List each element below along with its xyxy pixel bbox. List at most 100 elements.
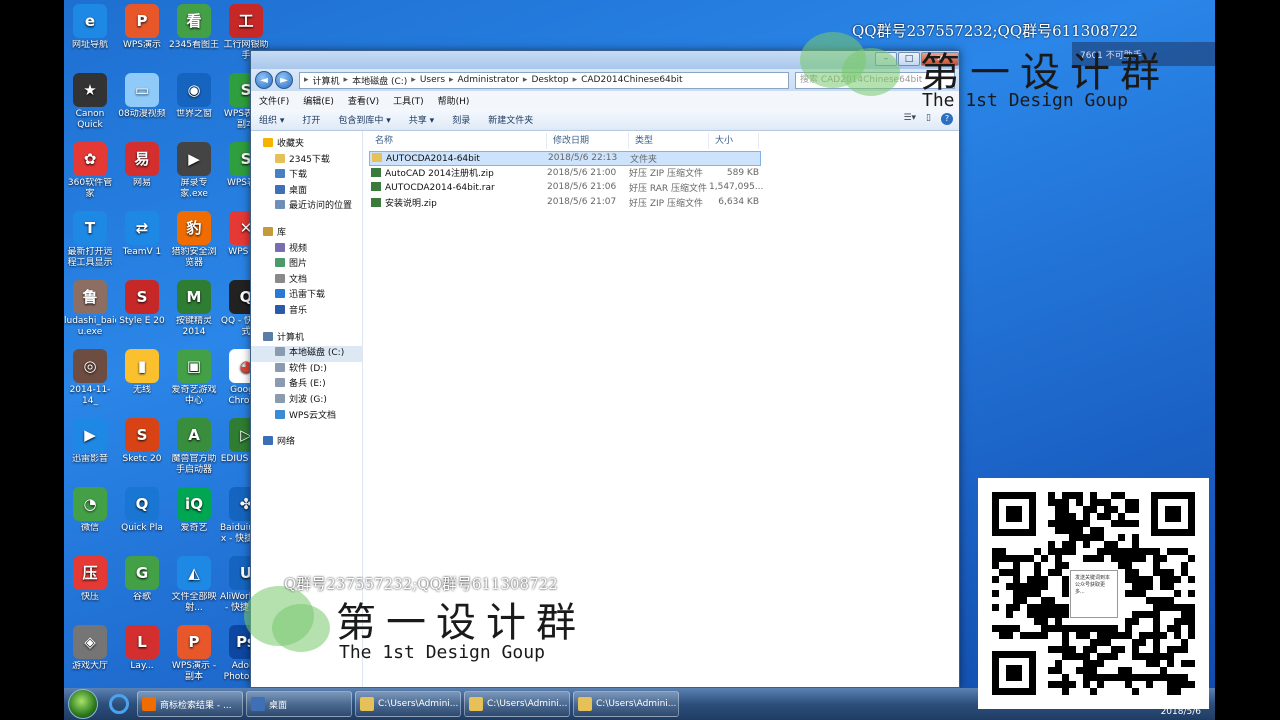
back-button[interactable]: ◄ [255, 71, 273, 89]
menu-item[interactable]: 编辑(E) [303, 94, 334, 107]
watermark-cn-title-bottom: 第一设计群 [336, 600, 586, 646]
breadcrumb-item[interactable]: Desktop [531, 75, 568, 85]
file-row[interactable]: AUTOCDA2014-64bit 2018/5/6 22:13 文件夹 [369, 151, 761, 166]
desktop-icon[interactable]: iQ 爱奇艺 [168, 487, 220, 545]
desktop-icon[interactable]: ▶ 迅雷影音 [64, 418, 116, 476]
nav-item[interactable]: 下载 [251, 168, 362, 184]
desktop-icon[interactable]: 看 2345看图王 [168, 4, 220, 62]
desktop-icon[interactable]: ▶ 屏录专家.exe [168, 142, 220, 200]
toolbar-button[interactable]: 组织 ▾ [259, 113, 284, 126]
desktop-icon[interactable]: ◈ 游戏大厅 [64, 625, 116, 683]
desktop-icon[interactable]: T最新打开远程工具显示ID... [64, 211, 116, 269]
breadcrumb-item[interactable]: 计算机 [313, 74, 340, 87]
desktop-icon[interactable]: 压快压 [64, 556, 116, 614]
taskbar-task[interactable]: C:\Users\Admini... [355, 691, 461, 717]
nav-item[interactable]: WPS云文档 [251, 409, 362, 425]
nav-item-label: 文档 [289, 274, 308, 285]
desktop-icon[interactable]: Q Quick Pla [116, 487, 168, 545]
toolbar-button[interactable]: 共享 ▾ [409, 113, 434, 126]
taskbar-task[interactable]: C:\Users\Admini... [464, 691, 570, 717]
nav-item[interactable]: 文档 [251, 273, 362, 289]
column-header[interactable]: 类型 [629, 133, 709, 149]
file-row[interactable]: AUTOCDA2014-64bit.rar 2018/5/6 21:06 好压 RA… [369, 180, 959, 195]
desktop-icon[interactable]: ▮ 无线 [116, 349, 168, 407]
toolbar-button[interactable]: 包含到库中 ▾ [338, 113, 390, 126]
desktop-icon[interactable]: S Style E 20 [116, 280, 168, 338]
desktop-icon[interactable]: ★ Canon Quick [64, 73, 116, 131]
desktop-icon[interactable]: G 谷歌 [116, 556, 168, 614]
menu-item[interactable]: 文件(F) [259, 94, 289, 107]
desktop-icon[interactable]: ◉ 世界之窗 [168, 73, 220, 131]
desktop-icon[interactable]: ◎2014-11-14_ HDTunePr... [64, 349, 116, 407]
desktop-icon[interactable]: ◔ 微信 [64, 487, 116, 545]
desktop-icon[interactable]: S Sketc 20 [116, 418, 168, 476]
breadcrumb-item[interactable]: Administrator [458, 75, 519, 85]
nav-item[interactable]: 软件 (D:) [251, 362, 362, 378]
start-button[interactable] [68, 689, 98, 719]
desktop-icon[interactable]: M 按键精灵 2014 [168, 280, 220, 338]
breadcrumb-item[interactable]: CAD2014Chinese64bit [581, 75, 682, 85]
nav-item[interactable]: 计算机 [251, 331, 362, 347]
nav-item-label: 刘波 (G:) [289, 394, 327, 405]
column-header[interactable]: 大小 [709, 133, 759, 149]
toolbar-button[interactable]: 新建文件夹 [488, 113, 533, 126]
menu-item[interactable]: 查看(V) [348, 94, 379, 107]
nav-item[interactable]: 视频 [251, 242, 362, 258]
desktop-icon[interactable]: P WPS演示 - 副本 [168, 625, 220, 683]
file-size: 1,547,095... [709, 182, 764, 193]
breadcrumb-item[interactable]: Users [420, 75, 445, 85]
view-options-icon[interactable]: ☰▾ [903, 113, 916, 125]
nav-item[interactable]: 最近访问的位置 [251, 199, 362, 215]
taskbar-task[interactable]: C:\Users\Admini... [573, 691, 679, 717]
desktop-icon[interactable]: 鲁 ludashi_baid u.exe [64, 280, 116, 338]
desktop-icon[interactable]: 豹猎豹安全浏览器 [168, 211, 220, 269]
desktop-icon-label: 谷歌 [132, 592, 151, 602]
desktop-icon[interactable]: ✿ 360软件管家 [64, 142, 116, 200]
column-header[interactable]: 修改日期 [547, 133, 629, 149]
breadcrumb-item[interactable]: 本地磁盘 (C:) [352, 74, 407, 87]
nav-item-icon [275, 258, 285, 268]
desktop-icon[interactable]: ▣ 爱奇艺游戏中心 [168, 349, 220, 407]
taskbar-ie-icon[interactable] [104, 691, 134, 717]
file-row[interactable]: AutoCAD 2014注册机.zip 2018/5/6 21:00 好压 ZIP … [369, 166, 959, 181]
column-header[interactable]: 名称 [369, 133, 547, 149]
nav-item[interactable]: 收藏夹 [251, 137, 362, 153]
preview-pane-icon[interactable]: ▯ [926, 113, 931, 125]
desktop-icon[interactable]: ◭ 文件全部映射... [168, 556, 220, 614]
qr-logo: 发送关键词到本公众号获取更多... [1070, 570, 1118, 618]
forward-button[interactable]: ► [275, 71, 293, 89]
nav-item[interactable]: 图片 [251, 257, 362, 273]
nav-item[interactable]: 桌面 [251, 184, 362, 200]
help-icon[interactable]: ? [941, 113, 953, 125]
desktop-icon[interactable]: ▭ 08动漫视频 [116, 73, 168, 131]
taskbar-task[interactable]: 商标检索结果 - ... [137, 691, 243, 717]
nav-item[interactable]: 网络 [251, 435, 362, 451]
desktop-icon[interactable]: ⇄ TeamV 1 [116, 211, 168, 269]
nav-item[interactable]: 刘波 (G:) [251, 393, 362, 409]
toolbar-button[interactable]: 刻录 [452, 113, 470, 126]
nav-item[interactable]: 本地磁盘 (C:) [251, 346, 362, 362]
breadcrumb-separator[interactable]: ▸ [573, 75, 578, 85]
nav-item[interactable]: 库 [251, 226, 362, 242]
desktop-icon[interactable]: 易网易 [116, 142, 168, 200]
nav-item[interactable]: 音乐 [251, 304, 362, 320]
menu-item[interactable]: 工具(T) [393, 94, 424, 107]
breadcrumb-separator[interactable]: ▸ [344, 75, 349, 85]
breadcrumb-separator[interactable]: ▸ [304, 75, 309, 85]
desktop-icon[interactable]: L Lay... [116, 625, 168, 683]
desktop-icon[interactable]: P WPS演示 [116, 4, 168, 62]
nav-item[interactable]: 2345下载 [251, 153, 362, 169]
maximize-button[interactable]: □ [898, 52, 920, 66]
desktop-icon[interactable]: e 网址导航 [64, 4, 116, 62]
desktop-icon[interactable]: A 魔兽官方助手启动器 [168, 418, 220, 476]
address-bar[interactable]: ▸ 计算机 ▸ 本地磁盘 (C:) ▸ Users ▸ Administrator ▸ Deskt… [299, 71, 789, 89]
menu-item[interactable]: 帮助(H) [438, 94, 470, 107]
breadcrumb-separator[interactable]: ▸ [449, 75, 454, 85]
nav-item[interactable]: 备兵 (E:) [251, 377, 362, 393]
taskbar-task[interactable]: 桌面 [246, 691, 352, 717]
nav-item[interactable]: 迅雷下载 [251, 288, 362, 304]
breadcrumb-separator[interactable]: ▸ [523, 75, 528, 85]
breadcrumb-separator[interactable]: ▸ [411, 75, 416, 85]
toolbar-button[interactable]: 打开 [302, 113, 320, 126]
file-row[interactable]: 安装说明.zip 2018/5/6 21:07 好压 ZIP 压缩文件 6,634 K… [369, 195, 959, 210]
